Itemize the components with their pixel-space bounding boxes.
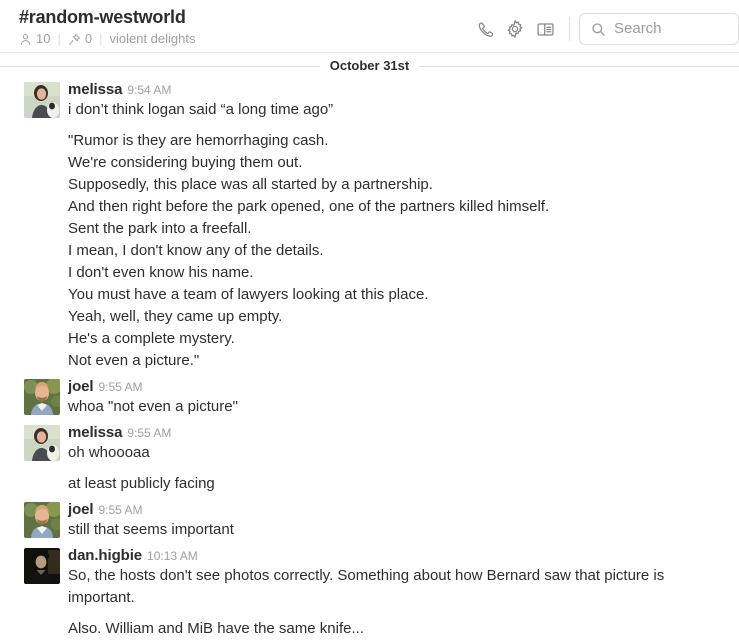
person-icon: [19, 33, 32, 46]
gear-icon: [505, 19, 525, 39]
message-row[interactable]: joel 9:55 AM still that seems important: [0, 495, 739, 541]
message-header: melissa 9:54 AM: [68, 82, 719, 98]
message-author[interactable]: dan.higbie: [68, 547, 142, 564]
date-divider-label: October 31st: [319, 58, 420, 74]
message-author[interactable]: joel: [68, 378, 94, 395]
dan-higbie-avatar[interactable]: [24, 548, 60, 584]
settings-button[interactable]: [500, 14, 530, 44]
pins-count-button[interactable]: 0: [68, 31, 92, 47]
messages-container: melissa 9:54 AM i don’t think logan said “…: [0, 77, 739, 640]
message-author[interactable]: melissa: [68, 424, 122, 441]
message-timestamp[interactable]: 9:54 AM: [127, 83, 171, 97]
members-count-label: 10: [36, 31, 51, 46]
message-text: i don’t think logan said “a long time ag…: [68, 101, 334, 118]
message-row[interactable]: melissa 9:55 AM oh whoooaa at least publicl…: [0, 418, 739, 495]
header-divider: [569, 17, 570, 41]
channel-header: #random-westworld 10 | 0 | violent delig…: [0, 0, 739, 53]
message-author[interactable]: joel: [68, 501, 94, 518]
message-body: dan.higbie 10:13 AM So, the hosts don't se…: [68, 548, 719, 640]
message-header: joel 9:55 AM: [68, 379, 719, 395]
message-body: joel 9:55 AM whoa "not even a picture": [68, 379, 719, 418]
message-text: still that seems important: [68, 521, 234, 538]
message-header: joel 9:55 AM: [68, 502, 719, 518]
message-author[interactable]: melissa: [68, 81, 122, 98]
message-text: whoa "not even a picture": [68, 398, 238, 415]
phone-icon: [476, 20, 495, 39]
meta-separator-1: |: [57, 31, 61, 46]
melissa-avatar[interactable]: [24, 425, 60, 461]
message-timestamp[interactable]: 9:55 AM: [127, 426, 171, 440]
members-count-button[interactable]: 10: [19, 31, 50, 47]
date-divider: October 31st: [0, 55, 739, 77]
message-timestamp[interactable]: 9:55 AM: [98, 380, 142, 394]
message-body: melissa 9:55 AM oh whoooaa at least publicl…: [68, 425, 719, 495]
message-text: So, the hosts don't see photos correctly…: [68, 567, 669, 606]
message-body: joel 9:55 AM still that seems important: [68, 502, 719, 541]
message-list[interactable]: October 31st melissa 9:54 AM i don’t think…: [0, 55, 739, 640]
search-placeholder: Search: [614, 20, 662, 37]
joel-avatar[interactable]: [24, 379, 60, 415]
message-body: melissa 9:54 AM i don’t think logan said “…: [68, 82, 719, 372]
channel-details-button[interactable]: [530, 14, 560, 44]
message-timestamp[interactable]: 9:55 AM: [98, 503, 142, 517]
melissa-avatar[interactable]: [24, 82, 60, 118]
header-actions: Search: [470, 13, 739, 45]
message-header: melissa 9:55 AM: [68, 425, 719, 441]
pin-icon: [68, 33, 81, 46]
message-text: at least publicly facing: [68, 475, 215, 492]
search-input[interactable]: Search: [579, 13, 739, 45]
message-timestamp[interactable]: 10:13 AM: [147, 549, 198, 563]
message-row[interactable]: melissa 9:54 AM i don’t think logan said “…: [0, 77, 739, 372]
message-text: oh whoooaa: [68, 444, 150, 461]
message-text: "Rumor is they are hemorrhaging cash. We…: [68, 132, 550, 369]
message-text: Also. William and MiB have the same knif…: [68, 620, 364, 637]
joel-avatar[interactable]: [24, 502, 60, 538]
search-icon: [591, 22, 606, 37]
side-panel-icon: [536, 20, 555, 39]
meta-separator-2: |: [99, 31, 103, 46]
message-row[interactable]: dan.higbie 10:13 AM So, the hosts don't se…: [0, 541, 739, 640]
channel-topic[interactable]: violent delights: [109, 31, 195, 47]
message-header: dan.higbie 10:13 AM: [68, 548, 719, 564]
call-button[interactable]: [470, 14, 500, 44]
pins-count-label: 0: [84, 31, 93, 46]
message-row[interactable]: joel 9:55 AM whoa "not even a picture": [0, 372, 739, 418]
